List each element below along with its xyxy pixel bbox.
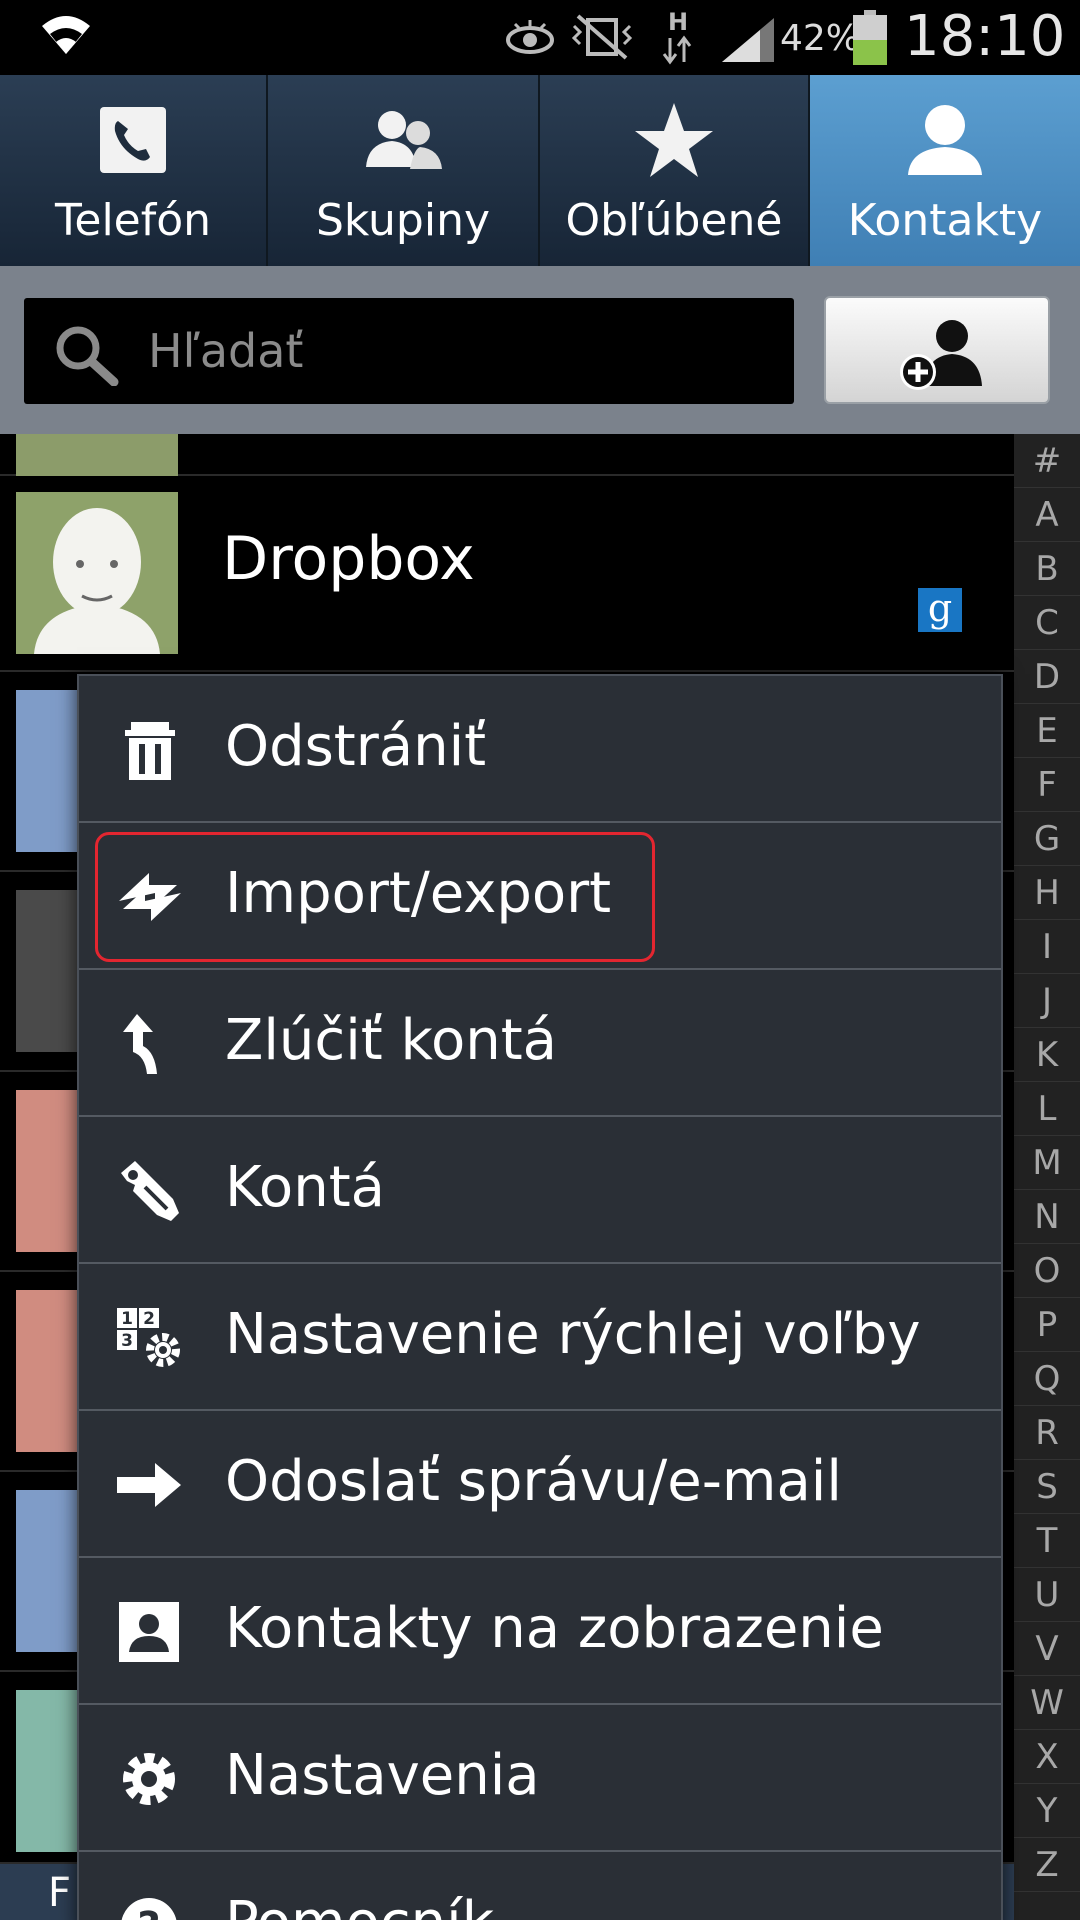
svg-text:1: 1 — [121, 1309, 133, 1329]
contact-name: Dropbox — [222, 524, 475, 594]
search-box[interactable] — [24, 298, 794, 404]
menu-item-accounts[interactable]: Kontá — [79, 1117, 1001, 1264]
menu-item-settings[interactable]: Nastavenia — [79, 1705, 1001, 1852]
menu-item-speed-dial[interactable]: 1 2 3 Nastavenie rýchlej voľby — [79, 1264, 1001, 1411]
index-letter[interactable]: R — [1014, 1406, 1080, 1460]
arrow-right-icon — [117, 1463, 181, 1507]
tab-label: Obľúbené — [565, 195, 783, 246]
index-letter[interactable]: X — [1014, 1730, 1080, 1784]
index-letter[interactable]: A — [1014, 488, 1080, 542]
tab-kontakty[interactable]: Kontakty — [810, 75, 1080, 266]
section-letter: F — [48, 1870, 72, 1916]
index-letter[interactable]: O — [1014, 1244, 1080, 1298]
index-letter[interactable]: W — [1014, 1676, 1080, 1730]
menu-item-label: Kontakty na zobrazenie — [225, 1596, 884, 1661]
index-letter[interactable]: L — [1014, 1082, 1080, 1136]
index-letter[interactable]: E — [1014, 704, 1080, 758]
tab-label: Skupiny — [315, 195, 491, 246]
index-letter[interactable]: K — [1014, 1028, 1080, 1082]
avatar — [16, 492, 178, 654]
wifi-icon — [42, 16, 90, 54]
clock: 18:10 — [904, 4, 1066, 69]
gear-icon — [123, 1753, 175, 1805]
tab-telefon[interactable]: Telefón — [0, 75, 268, 266]
index-letter[interactable]: J — [1014, 974, 1080, 1028]
status-bar: H 42% 18:10 — [0, 0, 1080, 75]
groups-icon — [366, 111, 442, 169]
index-letter[interactable]: S — [1014, 1460, 1080, 1514]
menu-item-label: Kontá — [225, 1155, 385, 1220]
add-contact-icon — [900, 320, 982, 390]
star-icon — [635, 103, 713, 177]
svg-text:H: H — [668, 8, 688, 36]
index-letter[interactable]: Z — [1014, 1838, 1080, 1892]
index-letter[interactable]: C — [1014, 596, 1080, 650]
menu-item-contacts-to-display[interactable]: Kontakty na zobrazenie — [79, 1558, 1001, 1705]
battery-icon — [853, 10, 887, 65]
svg-text:?: ? — [137, 1904, 160, 1920]
menu-item-help[interactable]: ? Pomocník — [79, 1852, 1001, 1920]
search-icon — [56, 326, 119, 386]
tab-label: Kontakty — [847, 195, 1043, 246]
menu-item-label: Nastavenia — [225, 1743, 540, 1808]
search-region — [0, 266, 1080, 434]
person-icon — [908, 105, 982, 175]
contact-row[interactable] — [0, 434, 1014, 476]
merge-icon — [123, 1014, 157, 1074]
trash-icon — [125, 722, 175, 780]
index-letter[interactable]: M — [1014, 1136, 1080, 1190]
avatar — [16, 434, 178, 476]
index-letter[interactable]: T — [1014, 1514, 1080, 1568]
menu-item-label: Odoslať správu/e-mail — [225, 1449, 842, 1514]
menu-item-delete[interactable]: Odstrániť — [79, 676, 1001, 823]
menu-item-import-export[interactable]: Import/export — [79, 823, 1001, 970]
phone-icon — [100, 107, 166, 173]
tab-skupiny[interactable]: Skupiny — [268, 75, 540, 266]
index-letter[interactable]: # — [1014, 434, 1080, 488]
alphabet-index[interactable]: # A B C D E F G H I J K L M N O P Q R S … — [1014, 434, 1080, 1920]
add-contact-button[interactable] — [824, 296, 1050, 404]
menu-item-label: Import/export — [225, 861, 612, 926]
menu-item-send-message[interactable]: Odoslať správu/e-mail — [79, 1411, 1001, 1558]
svg-text:2: 2 — [143, 1309, 155, 1329]
index-letter[interactable]: G — [1014, 812, 1080, 866]
index-letter[interactable]: Y — [1014, 1784, 1080, 1838]
import-export-icon — [119, 873, 181, 921]
index-letter[interactable]: P — [1014, 1298, 1080, 1352]
tab-oblubene[interactable]: Obľúbené — [540, 75, 810, 266]
smart-stay-eye-icon — [506, 20, 554, 54]
tab-label: Telefón — [54, 195, 212, 246]
index-letter[interactable]: V — [1014, 1622, 1080, 1676]
help-icon: ? — [121, 1898, 177, 1920]
battery-percent: 42% — [780, 18, 861, 59]
index-letter[interactable]: I — [1014, 920, 1080, 974]
index-letter[interactable]: H — [1014, 866, 1080, 920]
index-letter[interactable]: N — [1014, 1190, 1080, 1244]
vibrate-icon — [571, 14, 633, 60]
google-badge-icon: g — [918, 588, 962, 632]
hspa-icon: H — [662, 8, 692, 65]
menu-item-label: Odstrániť — [225, 714, 487, 779]
index-letter[interactable]: Q — [1014, 1352, 1080, 1406]
contact-card-icon — [119, 1602, 179, 1662]
index-letter[interactable]: U — [1014, 1568, 1080, 1622]
menu-item-label: Pomocník — [225, 1890, 494, 1920]
index-letter[interactable]: F — [1014, 758, 1080, 812]
accounts-key-icon — [121, 1161, 179, 1221]
svg-text:3: 3 — [121, 1331, 133, 1351]
index-letter[interactable]: D — [1014, 650, 1080, 704]
index-letter[interactable]: B — [1014, 542, 1080, 596]
signal-icon — [722, 18, 774, 62]
menu-item-label: Nastavenie rýchlej voľby — [225, 1302, 921, 1367]
menu-item-merge-accounts[interactable]: Zlúčiť kontá — [79, 970, 1001, 1117]
options-menu: Odstrániť Import/export Zlúčiť kontá Kon… — [77, 674, 1003, 1920]
speed-dial-icon: 1 2 3 — [117, 1308, 180, 1367]
contact-row[interactable]: Dropbox g — [0, 476, 1014, 672]
search-input[interactable] — [148, 318, 768, 384]
tab-bar: Telefón Skupiny Obľúbené Kontakty — [0, 75, 1080, 266]
menu-item-label: Zlúčiť kontá — [225, 1008, 557, 1073]
